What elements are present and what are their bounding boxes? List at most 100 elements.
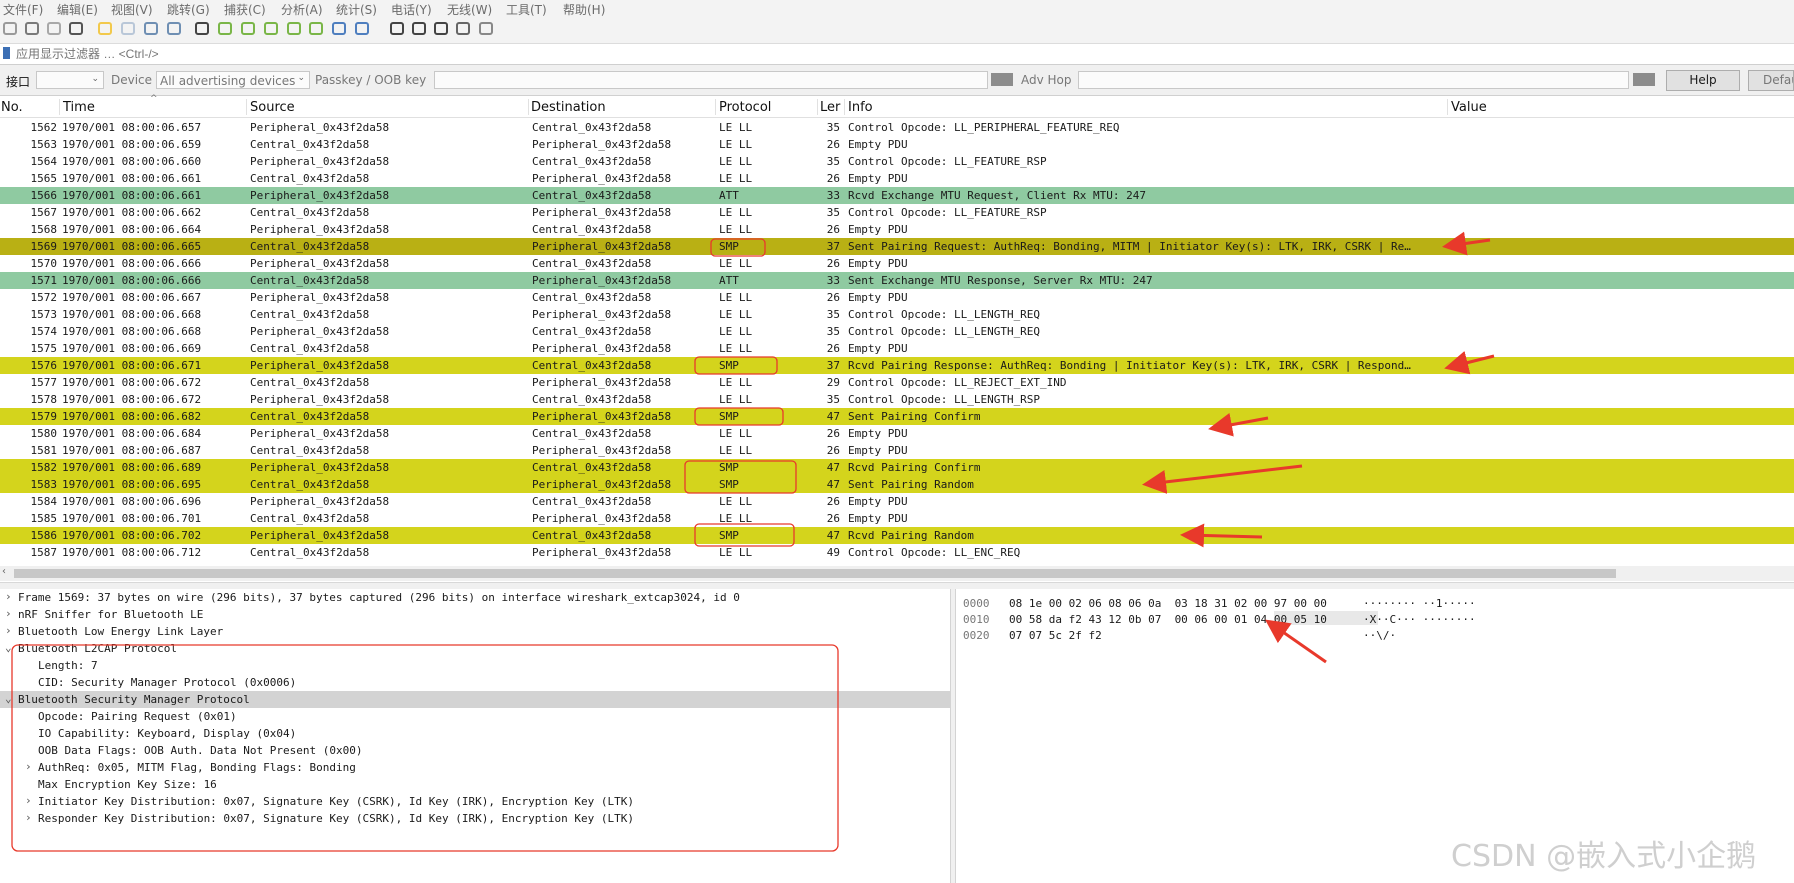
- hex-bytes[interactable]: 00 58 da f2 43 12 0b 07 00 06 00 01 04 0…: [1009, 613, 1327, 626]
- detail-tree-item[interactable]: Opcode: Pairing Request (0x01): [0, 708, 950, 725]
- packet-row[interactable]: 1587 1970/001 08:00:06.712 Central_0x43f2d…: [0, 544, 1794, 561]
- packet-time: 1970/001 08:00:06.666: [62, 274, 202, 287]
- packet-row[interactable]: 1581 1970/001 08:00:06.687 Central_0x43f2d…: [0, 442, 1794, 459]
- go-back-icon[interactable]: [217, 20, 233, 37]
- capture-options-icon[interactable]: [68, 20, 84, 37]
- apply-passkey-arrow-icon[interactable]: [991, 73, 1013, 86]
- column-header-source[interactable]: Source: [250, 100, 295, 115]
- scrollbar-thumb[interactable]: [14, 569, 1616, 578]
- scroll-left-icon[interactable]: ‹: [2, 566, 6, 577]
- packet-row[interactable]: 1576 1970/001 08:00:06.671 Peripheral_0x43…: [0, 357, 1794, 374]
- packet-row[interactable]: 1586 1970/001 08:00:06.702 Peripheral_0x43…: [0, 527, 1794, 544]
- zoom-normal-icon[interactable]: [433, 20, 449, 37]
- hex-bytes[interactable]: 08 1e 00 02 06 08 06 0a 03 18 31 02 00 9…: [1009, 597, 1327, 610]
- packet-row[interactable]: 1567 1970/001 08:00:06.662 Central_0x43f2d…: [0, 204, 1794, 221]
- detail-tree-item[interactable]: › Initiator Key Distribution: 0x07, Signa…: [0, 793, 950, 810]
- packet-row[interactable]: 1565 1970/001 08:00:06.661 Central_0x43f2d…: [0, 170, 1794, 187]
- display-filter-input[interactable]: [16, 46, 1786, 61]
- detail-tree-item[interactable]: › Bluetooth Low Energy Link Layer: [0, 623, 950, 640]
- ascii-bytes[interactable]: ·X··C··· ········: [1363, 613, 1476, 626]
- detail-tree-item[interactable]: CID: Security Manager Protocol (0x0006): [0, 674, 950, 691]
- column-header-no[interactable]: No.: [1, 100, 23, 115]
- help-button[interactable]: Help: [1666, 70, 1740, 91]
- interface-select[interactable]: ⌄: [36, 71, 104, 89]
- default-button[interactable]: Defau: [1748, 70, 1794, 91]
- detail-tree-item[interactable]: ⌄ Bluetooth L2CAP Protocol: [0, 640, 950, 657]
- packet-row[interactable]: 1573 1970/001 08:00:06.668 Central_0x43f2d…: [0, 306, 1794, 323]
- filter-bookmark-icon[interactable]: [3, 47, 10, 59]
- packet-row[interactable]: 1569 1970/001 08:00:06.665 Central_0x43f2d…: [0, 238, 1794, 255]
- reload-file-icon[interactable]: [166, 20, 182, 37]
- ascii-bytes[interactable]: ········ ··1·····: [1363, 597, 1476, 610]
- device-select[interactable]: All advertising devices ⌄: [156, 71, 310, 89]
- hex-bytes[interactable]: 07 07 5c 2f f2: [1009, 629, 1102, 642]
- expand-arrow-icon[interactable]: ›: [5, 607, 12, 620]
- packet-list-horizontal-scrollbar[interactable]: ‹: [0, 566, 1794, 581]
- expand-arrow-icon[interactable]: ›: [25, 811, 32, 824]
- expand-arrow-icon[interactable]: ›: [5, 624, 12, 637]
- adv-hop-input[interactable]: [1078, 71, 1629, 89]
- autoscroll-icon[interactable]: [331, 20, 347, 37]
- find-packet-icon[interactable]: [194, 20, 210, 37]
- expand-arrow-icon[interactable]: ›: [25, 760, 32, 773]
- pane-splitter[interactable]: [0, 582, 1794, 589]
- packet-row[interactable]: 1579 1970/001 08:00:06.682 Central_0x43f2d…: [0, 408, 1794, 425]
- packet-row[interactable]: 1575 1970/001 08:00:06.669 Central_0x43f2d…: [0, 340, 1794, 357]
- details-bytes-splitter[interactable]: [950, 589, 956, 883]
- last-packet-icon[interactable]: [308, 20, 324, 37]
- detail-tree-item[interactable]: › nRF Sniffer for Bluetooth LE: [0, 606, 950, 623]
- detail-tree-item[interactable]: › Frame 1569: 37 bytes on wire (296 bits)…: [0, 589, 950, 606]
- packet-row[interactable]: 1580 1970/001 08:00:06.684 Peripheral_0x43…: [0, 425, 1794, 442]
- expand-arrow-icon[interactable]: ›: [25, 794, 32, 807]
- column-header-length[interactable]: Ler: [820, 100, 840, 115]
- detail-tree-item[interactable]: OOB Data Flags: OOB Auth. Data Not Prese…: [0, 742, 950, 759]
- packet-row[interactable]: 1564 1970/001 08:00:06.660 Peripheral_0x43…: [0, 153, 1794, 170]
- packet-row[interactable]: 1566 1970/001 08:00:06.661 Peripheral_0x43…: [0, 187, 1794, 204]
- detail-tree-item[interactable]: ⌄ Bluetooth Security Manager Protocol: [0, 691, 950, 708]
- packet-row[interactable]: 1577 1970/001 08:00:06.672 Central_0x43f2d…: [0, 374, 1794, 391]
- packet-row[interactable]: 1568 1970/001 08:00:06.664 Peripheral_0x43…: [0, 221, 1794, 238]
- packet-row[interactable]: 1578 1970/001 08:00:06.672 Peripheral_0x43…: [0, 391, 1794, 408]
- column-header-value[interactable]: Value: [1451, 100, 1487, 115]
- packet-row[interactable]: 1571 1970/001 08:00:06.666 Central_0x43f2d…: [0, 272, 1794, 289]
- packet-row[interactable]: 1570 1970/001 08:00:06.666 Peripheral_0x43…: [0, 255, 1794, 272]
- first-packet-icon[interactable]: [286, 20, 302, 37]
- resize-columns-icon[interactable]: [455, 20, 471, 37]
- collapse-arrow-icon[interactable]: ⌄: [5, 641, 12, 654]
- collapse-arrow-icon[interactable]: ⌄: [5, 692, 12, 705]
- passkey-input[interactable]: [434, 71, 988, 89]
- column-header-info[interactable]: Info: [848, 100, 873, 115]
- ascii-bytes[interactable]: ··\/·: [1363, 629, 1396, 642]
- detail-tree-item[interactable]: IO Capability: Keyboard, Display (0x04): [0, 725, 950, 742]
- go-to-packet-icon[interactable]: [263, 20, 279, 37]
- column-header-time[interactable]: Time: [63, 100, 95, 115]
- detail-tree-item[interactable]: Max Encryption Key Size: 16: [0, 776, 950, 793]
- packet-row[interactable]: 1583 1970/001 08:00:06.695 Central_0x43f2d…: [0, 476, 1794, 493]
- detail-tree-item[interactable]: Length: 7: [0, 657, 950, 674]
- zoom-in-icon[interactable]: [389, 20, 405, 37]
- close-file-icon[interactable]: [143, 20, 159, 37]
- detail-tree-item[interactable]: › Responder Key Distribution: 0x07, Signa…: [0, 810, 950, 827]
- start-capture-icon[interactable]: [2, 20, 18, 37]
- packet-protocol: LE LL: [719, 393, 753, 406]
- go-forward-icon[interactable]: [240, 20, 256, 37]
- stop-capture-icon[interactable]: [24, 20, 40, 37]
- layout-icon[interactable]: [478, 20, 494, 37]
- restart-capture-icon[interactable]: [46, 20, 62, 37]
- apply-adv-hop-arrow-icon[interactable]: [1633, 73, 1655, 86]
- packet-row[interactable]: 1584 1970/001 08:00:06.696 Peripheral_0x43…: [0, 493, 1794, 510]
- packet-row[interactable]: 1562 1970/001 08:00:06.657 Peripheral_0x43…: [0, 119, 1794, 136]
- open-file-icon[interactable]: [97, 20, 113, 37]
- packet-row[interactable]: 1574 1970/001 08:00:06.668 Peripheral_0x43…: [0, 323, 1794, 340]
- packet-row[interactable]: 1582 1970/001 08:00:06.689 Peripheral_0x43…: [0, 459, 1794, 476]
- packet-row[interactable]: 1563 1970/001 08:00:06.659 Central_0x43f2d…: [0, 136, 1794, 153]
- zoom-out-icon[interactable]: [411, 20, 427, 37]
- column-header-protocol[interactable]: Protocol: [719, 100, 771, 115]
- detail-tree-item[interactable]: › AuthReq: 0x05, MITM Flag, Bonding Flags…: [0, 759, 950, 776]
- save-file-icon[interactable]: [120, 20, 136, 37]
- packet-row[interactable]: 1572 1970/001 08:00:06.667 Peripheral_0x43…: [0, 289, 1794, 306]
- expand-arrow-icon[interactable]: ›: [5, 590, 12, 603]
- colorize-icon[interactable]: [354, 20, 370, 37]
- packet-row[interactable]: 1585 1970/001 08:00:06.701 Central_0x43f2d…: [0, 510, 1794, 527]
- column-header-destination[interactable]: Destination: [531, 100, 606, 115]
